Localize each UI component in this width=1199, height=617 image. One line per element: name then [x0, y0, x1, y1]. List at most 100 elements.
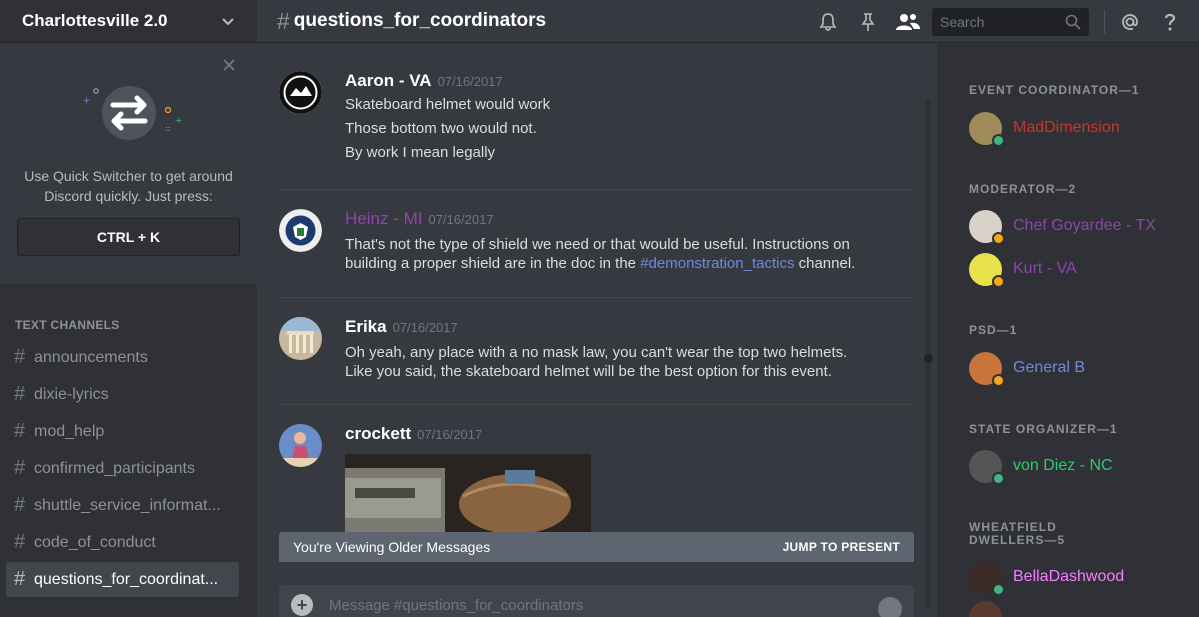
svg-text:::: :: — [165, 124, 170, 133]
member-name: BellaDashwood — [1013, 568, 1125, 585]
member-item[interactable]: Chef Goyardee - TX — [969, 208, 1156, 245]
avatar[interactable] — [279, 317, 322, 360]
message-input[interactable] — [329, 596, 849, 614]
server-name: Charlottesville 2.0 — [22, 11, 168, 30]
svg-text:+: + — [83, 96, 91, 106]
channel-sidebar: Charlottesville 2.0 + + :: Use Quick Swi… — [0, 0, 257, 617]
search-icon — [1065, 14, 1081, 30]
message-text: building a proper shield are in the doc … — [345, 254, 914, 273]
member-item[interactable] — [969, 599, 1002, 617]
message-group: Heinz - MI 07/16/2017 That's not the typ… — [279, 209, 914, 273]
message-composer: + — [279, 585, 914, 617]
search-input[interactable]: Search — [932, 7, 1089, 36]
hash-icon: # — [14, 383, 26, 405]
message-divider — [279, 189, 914, 190]
quick-switcher-shortcut-button[interactable]: CTRL + K — [17, 218, 240, 256]
member-name: MadDimension — [1013, 119, 1120, 136]
mention-icon[interactable] — [1117, 9, 1143, 35]
avatar[interactable] — [279, 71, 322, 114]
message-text: By work I mean legally — [345, 144, 496, 161]
scrollbar-thumb[interactable] — [924, 354, 933, 363]
avatar — [969, 449, 1005, 485]
channel-label: dixie-lyrics — [34, 385, 109, 403]
author-name[interactable]: Erika — [345, 317, 387, 337]
message-text: Like you said, the skateboard helmet wil… — [345, 363, 832, 380]
avatar — [969, 560, 1005, 596]
role-header: WHEATFIELD DWELLERS—5 — [937, 521, 1065, 547]
channel-confirmed-participants[interactable]: # confirmed_participants — [6, 451, 239, 486]
message-group: Aaron - VA 07/16/2017 Skateboard helmet … — [279, 71, 914, 165]
text-segment: building a proper shield are in the doc … — [345, 255, 641, 272]
avatar — [969, 351, 1005, 387]
channel-dixie-lyrics[interactable]: # dixie-lyrics — [6, 377, 239, 412]
pin-icon[interactable] — [855, 9, 881, 35]
member-name: Kurt - VA — [1013, 260, 1077, 277]
hash-icon: # — [277, 7, 290, 34]
channel-code-of-conduct[interactable]: # code_of_conduct — [6, 525, 239, 560]
upload-plus-icon[interactable]: + — [291, 594, 313, 616]
message-group: crockett 07/16/2017 — [279, 424, 914, 534]
hint-line-2: Discord quickly. Just press: — [44, 188, 213, 204]
author-name[interactable]: crockett — [345, 424, 411, 444]
jump-to-present-button[interactable]: JUMP TO PRESENT — [783, 540, 900, 554]
channel-label: questions_for_coordinat... — [34, 570, 219, 588]
hint-line-1: Use Quick Switcher to get around — [24, 168, 233, 184]
channel-header: # questions_for_coordinators Search — [257, 0, 1199, 43]
channel-mod-help[interactable]: # mod_help — [6, 414, 239, 449]
image-attachment[interactable] — [345, 454, 591, 534]
close-icon[interactable] — [221, 57, 237, 73]
message-text: Skateboard helmet would work — [345, 96, 551, 113]
channel-questions-for-coordinators[interactable]: # questions_for_coordinat... — [6, 562, 239, 597]
channel-label: shuttle_service_informat... — [34, 496, 221, 514]
text-segment: channel. — [794, 255, 856, 272]
role-header-line: DWELLERS—5 — [969, 533, 1066, 547]
avatar — [969, 600, 1002, 617]
scrollbar[interactable] — [925, 98, 931, 608]
hash-icon: # — [14, 457, 26, 479]
server-header[interactable]: Charlottesville 2.0 — [0, 0, 257, 43]
channel-label: announcements — [34, 348, 148, 366]
avatar[interactable] — [279, 209, 322, 252]
member-item[interactable]: BellaDashwood — [969, 559, 1125, 596]
channel-label: mod_help — [34, 422, 105, 440]
quick-switcher-panel: + + :: Use Quick Switcher to get around … — [0, 43, 257, 284]
bell-icon[interactable] — [815, 9, 841, 35]
emoji-picker-icon[interactable] — [878, 597, 902, 617]
member-item[interactable]: General B — [969, 350, 1085, 387]
svg-text:+: + — [175, 116, 183, 126]
toolbar-divider — [1104, 9, 1105, 34]
channel-shuttle-service[interactable]: # shuttle_service_informat... — [6, 488, 239, 523]
avatar — [969, 111, 1005, 147]
chat-area: # questions_for_coordinators Search Aaro… — [257, 0, 1199, 617]
quick-switcher-hint: Use Quick Switcher to get around Discord… — [0, 166, 257, 206]
member-list-icon[interactable] — [895, 9, 921, 35]
avatar — [969, 252, 1005, 288]
member-name: von Diez - NC — [1013, 457, 1113, 474]
member-item[interactable]: von Diez - NC — [969, 448, 1113, 485]
message-divider — [279, 297, 914, 298]
timestamp: 07/16/2017 — [392, 320, 458, 335]
message-text: That's not the type of shield we need or… — [345, 236, 850, 253]
role-header: MODERATOR—2 — [969, 182, 1077, 196]
older-messages-text: You're Viewing Older Messages — [293, 539, 491, 555]
timestamp: 07/16/2017 — [417, 427, 483, 442]
timestamp: 07/16/2017 — [437, 74, 503, 89]
member-item[interactable]: MadDimension — [969, 110, 1120, 147]
category-text-channels[interactable]: TEXT CHANNELS — [0, 318, 257, 332]
hash-icon: # — [14, 420, 26, 442]
search-placeholder: Search — [940, 13, 985, 30]
channel-announcements[interactable]: # announcements — [6, 340, 239, 375]
status-idle-icon — [992, 274, 1005, 288]
message-text: Those bottom two would not. — [345, 120, 537, 137]
author-name[interactable]: Heinz - MI — [345, 209, 422, 229]
help-icon[interactable] — [1157, 9, 1183, 35]
avatar[interactable] — [279, 424, 322, 467]
author-name[interactable]: Aaron - VA — [345, 71, 432, 91]
quick-switcher-icon: + + :: — [83, 86, 183, 140]
hash-icon: # — [14, 531, 26, 553]
channel-mention-link[interactable]: #demonstration_tactics — [640, 255, 794, 272]
message-divider — [279, 404, 914, 405]
chevron-down-icon — [222, 18, 234, 26]
member-item[interactable]: Kurt - VA — [969, 251, 1077, 288]
discord-app: Charlottesville 2.0 + + :: Use Quick Swi… — [0, 0, 1199, 617]
